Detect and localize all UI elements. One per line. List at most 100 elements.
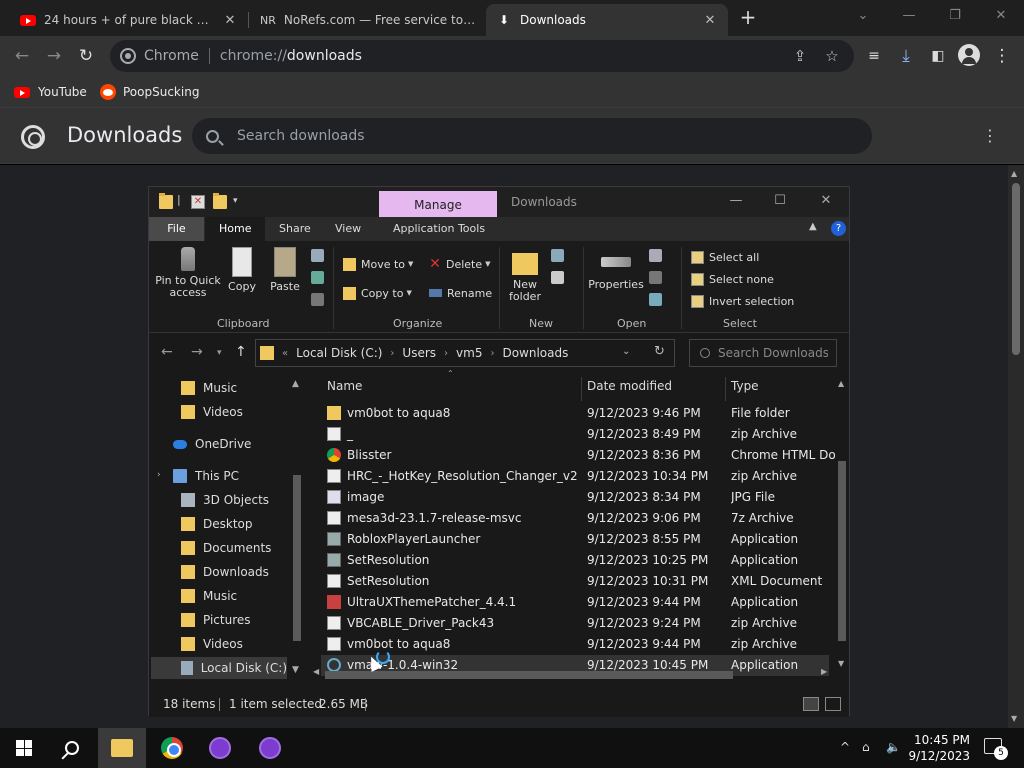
address-path[interactable]: « Local Disk (C:) › Users › vm5 › Downlo… [255, 339, 675, 367]
file-row[interactable]: HRC_-_HotKey_Resolution_Changer_v2_1... 9… [321, 466, 829, 487]
column-header-type[interactable]: Type [731, 379, 759, 393]
start-button[interactable] [0, 728, 48, 768]
column-divider[interactable] [581, 377, 582, 401]
reload-icon[interactable]: ↻ [74, 44, 98, 68]
scroll-down-icon[interactable]: ▼ [838, 659, 844, 668]
expand-chevron-icon[interactable]: › [157, 470, 161, 480]
file-row[interactable]: VBCABLE_Driver_Pack43 9/12/2023 9:24 PM zi… [321, 613, 829, 634]
back-icon[interactable]: ← [10, 44, 34, 68]
file-row[interactable]: image 9/12/2023 8:34 PM JPG File [321, 487, 829, 508]
back-icon[interactable]: ← [161, 344, 173, 360]
nav-item-downloads[interactable]: Downloads [181, 561, 269, 583]
scroll-up-icon[interactable]: ▲ [838, 379, 844, 388]
tab-downloads[interactable]: ⬇ Downloads ✕ [486, 4, 728, 36]
nav-scroll-thumb[interactable] [293, 475, 301, 641]
side-panel-icon[interactable]: ◧ [926, 44, 950, 68]
delete-quick-icon[interactable]: ✕ [191, 195, 205, 209]
rename-button[interactable]: Rename [429, 283, 492, 303]
tab-norefs[interactable]: NR NoRefs.com — Free service to re [250, 4, 486, 36]
reading-list-icon[interactable]: ≡ [862, 44, 886, 68]
invert-selection-button[interactable]: Invert selection [691, 291, 794, 311]
bookmark-star-icon[interactable]: ☆ [822, 47, 842, 65]
more-options-icon[interactable]: ⋮ [982, 126, 998, 146]
new-item-icon[interactable] [551, 249, 564, 262]
tab-share[interactable]: Share [265, 217, 325, 241]
nav-item-local-disk[interactable]: Local Disk (C:) [151, 657, 287, 679]
tab-youtube[interactable]: 24 hours + of pure black screen i ✕ [10, 4, 248, 36]
easy-access-icon[interactable] [551, 271, 564, 284]
close-icon[interactable]: ✕ [222, 13, 238, 28]
large-icons-view-icon[interactable] [825, 697, 841, 711]
crumb-local-disk[interactable]: Local Disk (C:) [296, 346, 382, 360]
refresh-icon[interactable]: ↻ [654, 344, 665, 359]
file-list-hscrollbar[interactable]: ◀ ▶ [309, 667, 835, 681]
tab-file[interactable]: File [149, 217, 204, 241]
restore-icon[interactable]: ❐ [940, 4, 970, 28]
close-window-icon[interactable]: ✕ [986, 4, 1016, 28]
nav-item-documents[interactable]: Documents [181, 537, 271, 559]
bookmark-youtube[interactable]: YouTube [14, 82, 87, 102]
scroll-down-icon[interactable]: ▼ [292, 665, 299, 675]
new-folder-quick-icon[interactable] [213, 193, 227, 209]
nav-item-videos[interactable]: Videos [181, 401, 243, 423]
paste-shortcut-icon[interactable] [311, 293, 324, 306]
nav-item-desktop[interactable]: Desktop [181, 513, 253, 535]
nav-item-this-pc[interactable]: This PC [173, 465, 239, 487]
history-icon[interactable] [649, 293, 662, 306]
file-row[interactable]: SetResolution 9/12/2023 10:31 PM XML Docum… [321, 571, 829, 592]
taskbar-tor-1[interactable] [196, 728, 244, 768]
system-clock[interactable]: 10:45 PM 9/12/2023 [904, 732, 970, 764]
tab-application-tools[interactable]: Application Tools [379, 217, 499, 241]
taskbar-search-button[interactable] [48, 728, 96, 768]
scroll-right-icon[interactable]: ▶ [821, 667, 827, 676]
maximize-icon[interactable]: ☐ [765, 193, 795, 208]
paste-button[interactable]: Paste [265, 247, 305, 293]
minimize-icon[interactable]: — [721, 193, 751, 208]
page-scrollbar[interactable]: ▲ ▼ [1008, 165, 1024, 730]
network-icon[interactable]: ⌂ [862, 740, 870, 754]
properties-button[interactable]: Properties [587, 247, 645, 291]
file-row[interactable]: SetResolution 9/12/2023 10:25 PM Applicati… [321, 550, 829, 571]
copy-path-icon[interactable] [311, 271, 324, 284]
column-divider[interactable] [725, 377, 726, 401]
nav-item-pictures[interactable]: Pictures [181, 609, 251, 631]
nav-item-music-pc[interactable]: Music [181, 585, 237, 607]
show-hidden-icons-icon[interactable]: ^ [840, 740, 850, 754]
file-list-scroll-thumb[interactable] [838, 461, 846, 641]
move-to-button[interactable]: Move to ▼ [343, 254, 413, 274]
properties-quick-icon[interactable] [159, 193, 173, 209]
taskbar-tor-2[interactable] [246, 728, 294, 768]
collapse-ribbon-icon[interactable]: ▲ [809, 221, 817, 232]
file-list-hscroll-thumb[interactable] [325, 671, 733, 679]
delete-button[interactable]: ✕ Delete ▼ [429, 254, 490, 274]
copy-to-button[interactable]: Copy to ▼ [343, 283, 412, 303]
column-header-date[interactable]: Date modified [587, 379, 672, 393]
cut-icon[interactable] [311, 249, 324, 262]
profile-avatar-icon[interactable] [958, 44, 980, 66]
chrome-menu-icon[interactable]: ⋮ [990, 44, 1014, 68]
nav-item-music[interactable]: Music [181, 377, 237, 399]
manage-contextual-tab[interactable]: Manage [379, 191, 497, 217]
file-row[interactable]: mesa3d-23.1.7-release-msvc 9/12/2023 9:06… [321, 508, 829, 529]
open-icon[interactable] [649, 249, 662, 262]
scroll-up-icon[interactable]: ▲ [1011, 169, 1017, 178]
nav-item-3d-objects[interactable]: 3D Objects [181, 489, 269, 511]
crumb-vm5[interactable]: vm5 [456, 346, 482, 360]
file-list-vscrollbar[interactable]: ▲ ▼ [835, 373, 849, 668]
file-row[interactable]: vm0bot to aqua8 9/12/2023 9:44 PM zip Arch… [321, 634, 829, 655]
column-header-name[interactable]: Name [327, 379, 362, 393]
select-none-button[interactable]: Select none [691, 269, 774, 289]
downloads-search-input[interactable] [237, 128, 837, 144]
new-tab-button[interactable]: + [736, 6, 760, 30]
page-scroll-thumb[interactable] [1012, 183, 1020, 355]
pin-to-quick-access-button[interactable]: Pin to Quick access [155, 247, 221, 299]
up-icon[interactable]: ↑ [235, 344, 247, 360]
chevron-down-icon[interactable]: ⌄ [622, 346, 630, 357]
file-row[interactable]: UltraUXThemePatcher_4.4.1 9/12/2023 9:44 … [321, 592, 829, 613]
help-icon[interactable]: ? [831, 221, 846, 236]
tab-search-icon[interactable]: ⌄ [848, 4, 878, 28]
crumb-downloads[interactable]: Downloads [502, 346, 568, 360]
forward-icon[interactable]: → [42, 44, 66, 68]
scroll-left-icon[interactable]: ◀ [313, 667, 319, 676]
tab-view[interactable]: View [321, 217, 375, 241]
